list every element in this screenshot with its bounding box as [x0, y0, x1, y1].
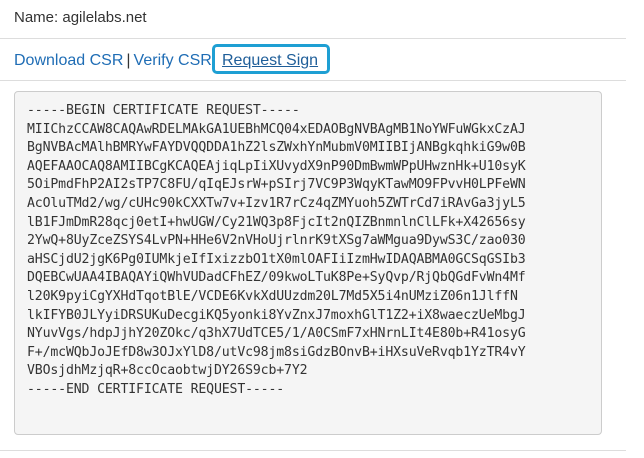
csr-lines: -----BEGIN CERTIFICATE REQUEST----- MIICh…	[27, 102, 601, 400]
middle-divider	[0, 80, 626, 81]
csr-line: lkIFYB0JLYyiDRSUKuDecgiKQ5yonki8YvZnxJ7m…	[27, 307, 526, 323]
request-sign-link[interactable]: Request Sign	[222, 52, 318, 70]
csr-line: lB1FJmDmR28qcj0etI+hwUGW/Cy21WQ3p8FjcIt2…	[27, 214, 526, 230]
csr-line: 5OiPmdFhP2AI2sTP7C8FU/qIqEJsrW+pSIrj7VC9…	[27, 177, 526, 193]
csr-line: AQEFAAOCAQ8AMIIBCgKCAQEAjiqLpIiXUvydX9nP…	[27, 158, 526, 174]
csr-line: F+/mcWQbJoJEfD8w3OJxYlD8/utVc98jm8siGdzB…	[27, 344, 526, 360]
top-divider	[0, 38, 626, 39]
link-separator-1: |	[126, 52, 131, 69]
bottom-divider	[0, 450, 626, 451]
csr-line: NYuvVgs/hdpJjhY20ZOkc/q3hX7UdTCE5/1/A0CS…	[27, 326, 526, 342]
csr-text-block[interactable]: -----BEGIN CERTIFICATE REQUEST----- MIICh…	[14, 91, 602, 435]
csr-line: l20K9pyiCgYXHdTqotBlE/VCDE6KvkXdUUzdm20L…	[27, 288, 518, 304]
csr-line: 2YwQ+8UyZceZSYS4LvPN+HHe6V2nVHoUjrlnrK9t…	[27, 233, 526, 249]
domain-name-label: Name:	[14, 9, 59, 26]
domain-name-row: Name: agilelabs.net	[14, 9, 147, 26]
csr-line: VBOsjdhMzjqR+8ccOcaobtwjDY26S9cb+7Y2	[27, 363, 308, 379]
csr-actions: Download CSR | Verify CSR	[14, 52, 212, 70]
domain-name-value: agilelabs.net	[62, 9, 147, 26]
csr-line: -----BEGIN CERTIFICATE REQUEST-----	[27, 103, 300, 118]
csr-line: MIIChzCCAW8CAQAwRDELMAkGA1UEBhMCQ04xEDAO…	[27, 121, 526, 137]
csr-line: -----END CERTIFICATE REQUEST-----	[27, 381, 285, 397]
csr-line: BgNVBAcMAlhBMRYwFAYDVQQDDA1hZ2lsZWxhYnMu…	[27, 140, 526, 156]
csr-line: aHSCjdU2jgK6Pg0IUMkjeIfIxizzbO1tX0mlOAFI…	[27, 251, 526, 267]
csr-line: AcOluTMd2/wg/cUHc90kCXXTw7v+Izv1R7rCz4qZ…	[27, 195, 526, 211]
csr-line: DQEBCwUAA4IBAQAYiQWhVUDadCFhEZ/09kwoLTuK…	[27, 270, 526, 286]
download-csr-link[interactable]: Download CSR	[14, 52, 123, 69]
verify-csr-link[interactable]: Verify CSR	[134, 52, 212, 69]
